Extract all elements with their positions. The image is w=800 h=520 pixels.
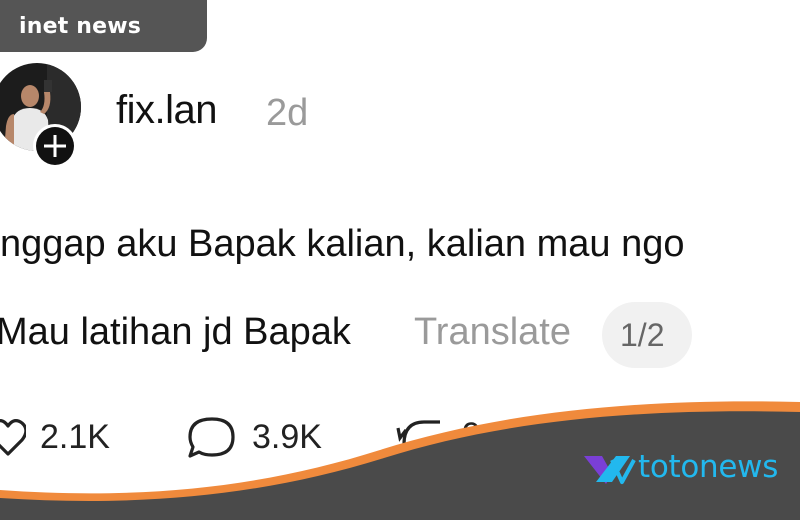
- totonews-logo-icon: [584, 456, 636, 484]
- totonews-label: totonews: [638, 449, 779, 485]
- bottom-wave-banner: [0, 401, 800, 520]
